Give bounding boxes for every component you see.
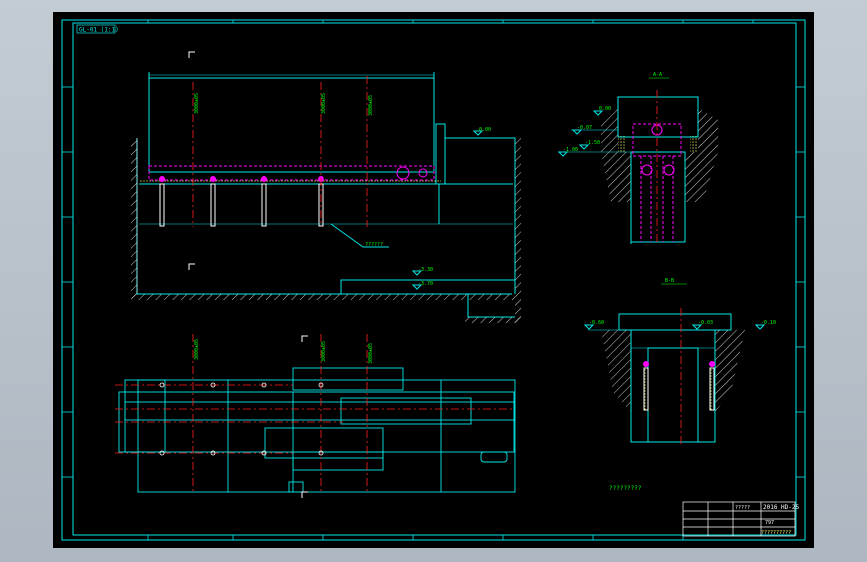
svg-text:3000±05: 3000±05 (321, 93, 327, 114)
plan-view (118, 367, 516, 493)
level-mid-2: -3.70 (418, 281, 433, 287)
title-company: ?????????? (761, 530, 791, 536)
title-code: 2016 HD-25 (763, 504, 800, 511)
svg-text:3000±05: 3000±05 (321, 341, 327, 362)
level-mid-1: -3.30 (418, 267, 433, 273)
plan-section-marker (301, 335, 308, 342)
svg-text:3000±05: 3000±05 (368, 343, 374, 364)
elevation-view: 3000±05 3000±05 3000±05 ?????? 0.00 -3.3… (131, 51, 521, 323)
cad-viewport[interactable]: GL-01 (1:1) 3000±05 3000±05 3000±05 ????… (0, 0, 867, 562)
svg-text:3000±05: 3000±05 (194, 339, 200, 360)
plan-dim-text: 3000±05 3000±05 3000±05 (194, 339, 374, 364)
plan-section-marker-2 (301, 491, 308, 498)
section-b: B-B -0.60 -0.10 -0.03 (583, 278, 776, 444)
svg-text:3000±05: 3000±05 (368, 95, 374, 116)
plan-bolt-holes (159, 382, 324, 456)
section-label-a: A-A (653, 72, 662, 78)
section-label-b: B-B (665, 278, 674, 284)
svg-text:3000±05: 3000±05 (194, 93, 200, 114)
level-sec-b: -1.00 (563, 147, 578, 153)
drawing-sheet: GL-01 (1:1) 3000±05 3000±05 3000±05 ????… (53, 12, 814, 548)
leader-text: ?????? (365, 242, 383, 248)
plan-center-lines (115, 334, 515, 492)
level-sec-e: -0.60 (589, 320, 604, 326)
level-sec-f: -0.10 (761, 320, 776, 326)
section-a: A-A 0.00 -0.07 -1.00 -1.50 (557, 72, 718, 244)
level-sec-a: -0.07 (577, 125, 592, 131)
level-sec-d: 0.00 (599, 106, 611, 112)
title-sheet-no: 797 (765, 520, 774, 526)
sheet-note: ????????? (609, 485, 642, 492)
corner-label: GL-01 (1:1) (79, 27, 119, 34)
level-top-right: 0.00 (479, 127, 491, 133)
drawing-canvas: GL-01 (1:1) 3000±05 3000±05 3000±05 ????… (61, 19, 806, 541)
level-sec-g: -0.03 (698, 320, 713, 326)
level-sec-c: -1.50 (585, 140, 600, 146)
title-subtitle: ????? (735, 505, 750, 511)
